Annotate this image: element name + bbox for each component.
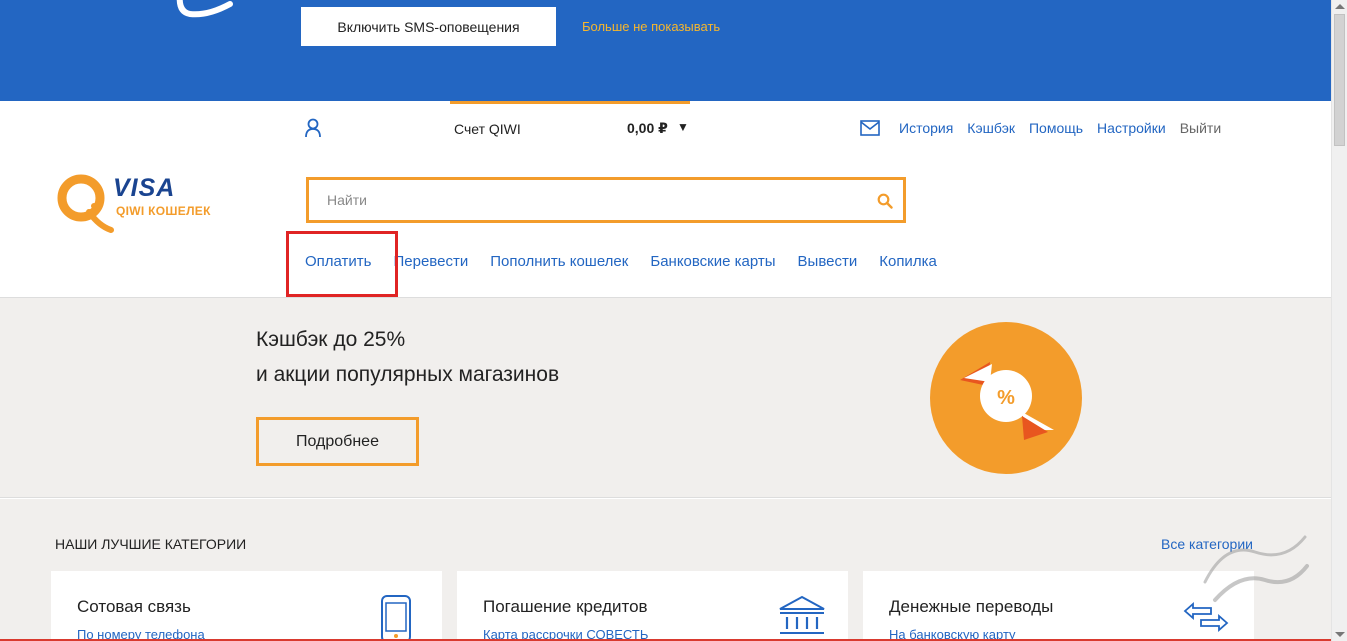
account-balance: 0,00 ₽ [627, 120, 668, 136]
cashback-candy-icon: % [930, 322, 1082, 474]
nav-item-piggy-bank[interactable]: Копилка [879, 253, 937, 270]
categories-heading: НАШИ ЛУЧШИЕ КАТЕГОРИИ [55, 536, 247, 552]
card-title: Погашение кредитов [483, 597, 648, 616]
history-link[interactable]: История [899, 120, 953, 136]
promo-title: Кэшбэк до 25% [256, 328, 406, 351]
scroll-up-icon[interactable] [1335, 4, 1345, 9]
category-card-loans[interactable]: Погашение кредитов Карта рассрочки СОВЕС… [457, 571, 848, 641]
search-input[interactable] [327, 190, 867, 210]
nav-item-topup[interactable]: Пополнить кошелек [490, 253, 628, 270]
search-box [306, 177, 906, 223]
enable-sms-button[interactable]: Включить SMS-оповещения [301, 7, 556, 46]
account-label: Счет QIWI [454, 121, 521, 137]
top-links: История Кэшбэк Помощь Настройки Выйти [899, 120, 1221, 136]
cashback-link[interactable]: Кэшбэк [967, 120, 1015, 136]
search-icon[interactable] [877, 193, 893, 209]
bank-icon [779, 595, 825, 634]
main-nav: Оплатить Перевести Пополнить кошелек Бан… [305, 253, 937, 270]
account-tab-indicator [450, 101, 690, 104]
promo-subtitle: и акции популярных магазинов [256, 363, 560, 386]
mail-icon[interactable] [860, 120, 880, 136]
category-card-mobile[interactable]: Сотовая связь По номеру телефона [51, 571, 442, 641]
scroll-thumb[interactable] [1334, 14, 1345, 146]
watermark-stamp-icon [1203, 535, 1309, 602]
help-link[interactable]: Помощь [1029, 120, 1083, 136]
dismiss-banner-link[interactable]: Больше не показывать [582, 19, 720, 34]
svg-text:%: % [997, 387, 1015, 409]
logout-link[interactable]: Выйти [1180, 120, 1221, 136]
logo-subtitle: QIWI КОШЕЛЕК [116, 204, 211, 218]
card-title: Сотовая связь [77, 597, 191, 616]
promo-more-button[interactable]: Подробнее [256, 417, 419, 466]
nav-item-withdraw[interactable]: Вывести [798, 253, 858, 270]
cashback-promo: Кэшбэк до 25% и акции популярных магазин… [0, 297, 1331, 498]
nav-item-transfer[interactable]: Перевести [394, 253, 469, 270]
settings-link[interactable]: Настройки [1097, 120, 1166, 136]
chat-bubble-icon [176, 0, 233, 18]
pay-highlight-frame [286, 231, 398, 297]
logo-visa-text: VISA [113, 174, 176, 202]
sms-banner: Включить SMS-оповещения Больше не показы… [0, 0, 1331, 101]
card-title: Денежные переводы [889, 597, 1054, 616]
account-dropdown-arrow[interactable]: ▼ [677, 120, 689, 134]
phone-icon [381, 595, 411, 641]
page: Включить SMS-оповещения Больше не показы… [0, 0, 1347, 641]
vertical-scrollbar[interactable] [1331, 0, 1347, 641]
nav-item-bank-cards[interactable]: Банковские карты [650, 253, 775, 270]
user-icon[interactable] [304, 118, 322, 138]
scroll-down-icon[interactable] [1335, 632, 1345, 637]
